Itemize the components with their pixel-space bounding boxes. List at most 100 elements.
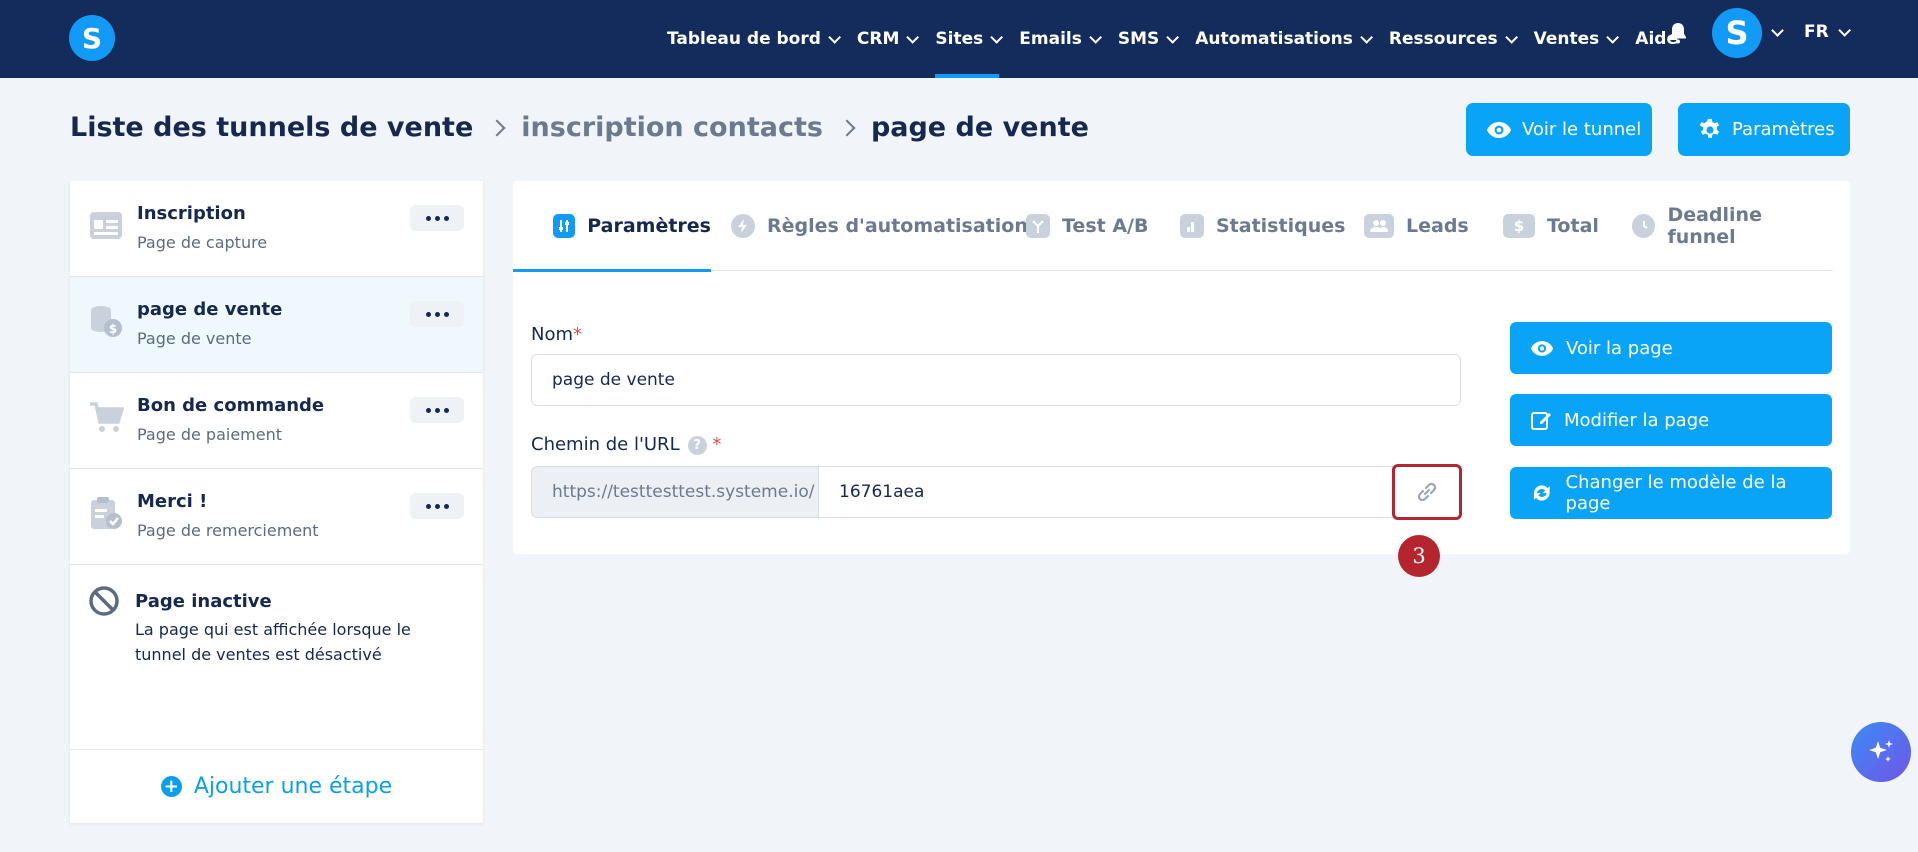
tab-total[interactable]: $ Total xyxy=(1503,181,1599,271)
nav-item-ventes[interactable]: Ventes xyxy=(1533,0,1620,78)
nav-label: Emails xyxy=(1019,29,1082,49)
view-page-label: Voir la page xyxy=(1566,337,1673,359)
tab-label: Total xyxy=(1547,215,1599,237)
chevron-down-icon xyxy=(1606,30,1620,44)
step-title: Merci ! xyxy=(137,491,208,512)
users-icon xyxy=(1364,214,1394,238)
svg-text:$: $ xyxy=(109,322,117,336)
dot xyxy=(443,215,449,221)
chevron-down-icon[interactable] xyxy=(1771,24,1784,37)
nav-label: Sites xyxy=(935,29,984,49)
url-path-input[interactable]: 16761aea xyxy=(819,466,1461,518)
chevron-down-icon xyxy=(1504,30,1518,44)
more-options-button[interactable] xyxy=(410,493,464,519)
chevron-down-icon xyxy=(1166,30,1180,44)
settings-button[interactable]: Paramètres xyxy=(1678,103,1850,156)
logo[interactable]: S xyxy=(69,15,115,61)
chevron-down-icon xyxy=(990,30,1004,44)
edit-page-button[interactable]: Modifier la page xyxy=(1510,394,1832,446)
dot xyxy=(425,407,431,413)
language-label: FR xyxy=(1804,22,1829,42)
funnel-step-merci[interactable]: Merci ! Page de remerciement xyxy=(70,469,483,565)
nav-item-automatisations[interactable]: Automatisations xyxy=(1195,0,1373,78)
more-options-button[interactable] xyxy=(410,301,464,327)
breadcrumb-funnel-list[interactable]: Liste des tunnels de vente xyxy=(70,112,473,143)
nav-item-tableau-de-bord[interactable]: Tableau de bord xyxy=(667,0,841,78)
view-funnel-label: Voir le tunnel xyxy=(1522,119,1642,140)
tab-label: Test A/B xyxy=(1062,215,1149,237)
funnel-step-inscription[interactable]: Inscription Page de capture xyxy=(70,181,483,277)
sliders-icon xyxy=(553,214,576,238)
coins-icon: $ xyxy=(91,306,122,337)
nav-item-sms[interactable]: SMS xyxy=(1118,0,1180,78)
step-title: page de vente xyxy=(137,299,283,320)
change-template-label: Changer le modèle de la page xyxy=(1565,472,1787,514)
chevron-right-icon xyxy=(488,119,506,136)
chevron-down-icon xyxy=(828,30,841,44)
chevron-down-icon xyxy=(906,30,920,44)
breadcrumb-funnel[interactable]: inscription contacts xyxy=(521,112,823,143)
ai-assistant-button[interactable] xyxy=(1851,722,1911,782)
change-template-button[interactable]: Changer le modèle de la page xyxy=(1510,467,1832,519)
more-options-button[interactable] xyxy=(410,205,464,231)
edit-page-label: Modifier la page xyxy=(1564,409,1710,431)
tab-test-ab[interactable]: Test A/B xyxy=(1026,181,1148,271)
main-nav: Tableau de bord CRM Sites Emails SMS Aut… xyxy=(667,0,1698,78)
bar-chart-icon xyxy=(1180,214,1204,238)
inactive-page-step[interactable]: Page inactive La page qui est affichée l… xyxy=(70,565,483,749)
step-subtitle: Page de paiement xyxy=(137,425,282,444)
dot xyxy=(443,407,449,413)
bolt-icon xyxy=(731,214,755,238)
nav-label: Ventes xyxy=(1533,29,1600,49)
ban-icon xyxy=(89,586,119,616)
tab-deadline-funnel[interactable]: Deadline funnel xyxy=(1632,181,1833,271)
nav-label: Automatisations xyxy=(1195,29,1353,49)
inactive-description: La page qui est affichée lorsque le tunn… xyxy=(135,620,411,664)
plus-circle-icon: + xyxy=(160,776,182,797)
funnel-step-page-de-vente[interactable]: $ page de vente Page de vente xyxy=(70,277,483,373)
name-input-value: page de vente xyxy=(552,370,675,390)
more-options-button[interactable] xyxy=(410,397,464,423)
page-tabs: Paramètres Règles d'automatisation Test … xyxy=(513,181,1833,272)
cart-icon xyxy=(90,402,124,432)
help-icon[interactable]: ? xyxy=(687,435,707,455)
dot xyxy=(425,215,431,221)
chevron-down-icon xyxy=(1089,30,1102,44)
edit-icon xyxy=(1531,412,1551,430)
tab-label: Paramètres xyxy=(587,215,711,237)
copy-link-button[interactable] xyxy=(1392,464,1462,520)
avatar[interactable]: S xyxy=(1712,8,1762,58)
view-page-button[interactable]: Voir la page xyxy=(1510,322,1832,374)
dot xyxy=(425,311,431,317)
eye-icon xyxy=(1487,121,1511,138)
nav-item-emails[interactable]: Emails xyxy=(1019,0,1102,78)
nav-label: Ressources xyxy=(1388,29,1498,49)
nav-item-crm[interactable]: CRM xyxy=(856,0,920,78)
tab-regles-automatisation[interactable]: Règles d'automatisation xyxy=(731,181,1028,271)
language-selector[interactable]: FR xyxy=(1804,22,1851,42)
step-subtitle: Page de vente xyxy=(137,329,252,348)
add-step-label: Ajouter une étape xyxy=(193,774,393,799)
nav-item-sites[interactable]: Sites xyxy=(935,0,1004,78)
chevron-down-icon xyxy=(1360,30,1373,44)
view-funnel-button[interactable]: Voir le tunnel xyxy=(1466,103,1652,156)
clock-icon xyxy=(1632,214,1656,238)
settings-label: Paramètres xyxy=(1732,119,1835,140)
nav-label: CRM xyxy=(856,29,900,49)
dot xyxy=(443,503,449,509)
required-mark: * xyxy=(573,324,583,345)
bell-icon[interactable] xyxy=(1666,21,1690,45)
add-step-button[interactable]: + Ajouter une étape xyxy=(70,749,483,823)
tab-statistiques[interactable]: Statistiques xyxy=(1180,181,1345,271)
step-number-badge: 3 xyxy=(1398,535,1440,577)
breadcrumb-current-page: page de vente xyxy=(870,112,1089,143)
funnel-step-bon-de-commande[interactable]: Bon de commande Page de paiement xyxy=(70,373,483,469)
tab-leads[interactable]: Leads xyxy=(1364,181,1469,271)
tab-parametres[interactable]: Paramètres xyxy=(513,181,711,272)
step-subtitle: Page de capture xyxy=(137,233,268,252)
url-path-value: 16761aea xyxy=(839,482,925,502)
sparkles-icon xyxy=(1869,740,1893,762)
link-icon xyxy=(1417,482,1437,502)
name-input[interactable]: page de vente xyxy=(531,354,1461,406)
nav-item-ressources[interactable]: Ressources xyxy=(1388,0,1518,78)
